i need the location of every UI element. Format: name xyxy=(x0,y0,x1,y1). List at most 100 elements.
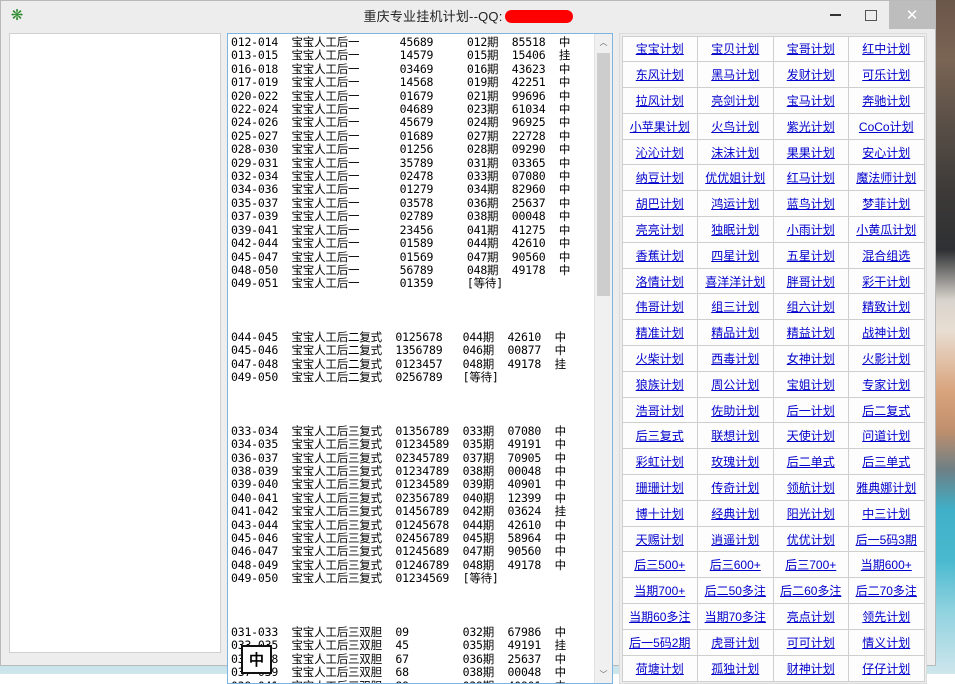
plan-button-34[interactable]: 五星计划 xyxy=(773,242,850,269)
plan-button-4[interactable]: 东风计划 xyxy=(622,61,699,88)
plan-button-58[interactable]: 后一计划 xyxy=(773,397,850,424)
plan-button-39[interactable]: 彩干计划 xyxy=(848,268,925,295)
window-titlebar[interactable]: ❋ 重庆专业挂机计划--QQ: ✕ xyxy=(1,1,935,29)
plan-button-13[interactable]: 火鸟计划 xyxy=(697,113,774,140)
plan-button-25[interactable]: 鸿运计划 xyxy=(697,190,774,217)
plan-button-75[interactable]: 中三计划 xyxy=(848,500,925,527)
plan-button-64[interactable]: 彩虹计划 xyxy=(622,448,699,475)
plan-button-83[interactable]: 当期600+ xyxy=(848,551,925,578)
plan-button-16[interactable]: 沁沁计划 xyxy=(622,139,699,166)
plan-button-33[interactable]: 四星计划 xyxy=(697,242,774,269)
plan-button-31[interactable]: 小黄瓜计划 xyxy=(848,216,925,243)
plan-button-44[interactable]: 精准计划 xyxy=(622,319,699,346)
plan-button-28[interactable]: 亮亮计划 xyxy=(622,216,699,243)
plan-button-55[interactable]: 专家计划 xyxy=(848,371,925,398)
plan-button-23[interactable]: 魔法师计划 xyxy=(848,164,925,191)
plan-button-9[interactable]: 亮剑计划 xyxy=(697,87,774,114)
plan-button-29[interactable]: 独眠计划 xyxy=(697,216,774,243)
scroll-down-icon[interactable]: ﹀ xyxy=(595,666,612,683)
plan-button-88[interactable]: 当期60多注 xyxy=(622,603,699,630)
plan-button-94[interactable]: 可可计划 xyxy=(773,629,850,656)
plan-button-46[interactable]: 精益计划 xyxy=(773,319,850,346)
plan-button-11[interactable]: 奔驰计划 xyxy=(848,87,925,114)
plan-button-85[interactable]: 后二50多注 xyxy=(697,577,774,604)
plan-button-37[interactable]: 喜洋洋计划 xyxy=(697,268,774,295)
plan-button-96[interactable]: 荷塘计划 xyxy=(622,655,699,682)
plan-button-70[interactable]: 领航计划 xyxy=(773,474,850,501)
plan-button-89[interactable]: 当期70多注 xyxy=(697,603,774,630)
plan-button-8[interactable]: 拉风计划 xyxy=(622,87,699,114)
plan-button-20[interactable]: 纳豆计划 xyxy=(622,164,699,191)
plan-button-15[interactable]: CoCo计划 xyxy=(848,113,925,140)
plan-button-52[interactable]: 狼族计划 xyxy=(622,371,699,398)
plan-button-95[interactable]: 情义计划 xyxy=(848,629,925,656)
plan-button-40[interactable]: 伟哥计划 xyxy=(622,293,699,320)
plan-button-1[interactable]: 宝贝计划 xyxy=(697,36,774,63)
plan-button-99[interactable]: 仔仔计划 xyxy=(848,655,925,682)
plan-button-72[interactable]: 博十计划 xyxy=(622,500,699,527)
plan-button-32[interactable]: 香蕉计划 xyxy=(622,242,699,269)
plan-button-10[interactable]: 宝马计划 xyxy=(773,87,850,114)
plan-button-59[interactable]: 后二复式 xyxy=(848,397,925,424)
plan-button-17[interactable]: 沫沫计划 xyxy=(697,139,774,166)
plan-button-97[interactable]: 孤独计划 xyxy=(697,655,774,682)
plan-button-35[interactable]: 混合组选 xyxy=(848,242,925,269)
scrollbar-thumb[interactable] xyxy=(597,53,610,296)
plan-button-54[interactable]: 宝姐计划 xyxy=(773,371,850,398)
plan-button-36[interactable]: 洛情计划 xyxy=(622,268,699,295)
plan-button-45[interactable]: 精品计划 xyxy=(697,319,774,346)
plan-button-2[interactable]: 宝哥计划 xyxy=(773,36,850,63)
plan-button-38[interactable]: 胖哥计划 xyxy=(773,268,850,295)
plan-button-77[interactable]: 逍遥计划 xyxy=(697,526,774,553)
plan-button-43[interactable]: 精致计划 xyxy=(848,293,925,320)
plan-button-51[interactable]: 火影计划 xyxy=(848,345,925,372)
plan-button-56[interactable]: 浩哥计划 xyxy=(622,397,699,424)
plan-button-68[interactable]: 珊珊计划 xyxy=(622,474,699,501)
plan-button-90[interactable]: 亮点计划 xyxy=(773,603,850,630)
plan-button-7[interactable]: 可乐计划 xyxy=(848,61,925,88)
plan-button-30[interactable]: 小雨计划 xyxy=(773,216,850,243)
plan-button-47[interactable]: 战神计划 xyxy=(848,319,925,346)
plan-button-98[interactable]: 财神计划 xyxy=(773,655,850,682)
plan-button-81[interactable]: 后三600+ xyxy=(697,551,774,578)
plan-button-69[interactable]: 传奇计划 xyxy=(697,474,774,501)
plan-button-12[interactable]: 小苹果计划 xyxy=(622,113,699,140)
plan-button-84[interactable]: 当期700+ xyxy=(622,577,699,604)
plan-button-27[interactable]: 梦菲计划 xyxy=(848,190,925,217)
plan-button-26[interactable]: 蓝鸟计划 xyxy=(773,190,850,217)
plan-button-92[interactable]: 后一5码2期 xyxy=(622,629,699,656)
plan-button-66[interactable]: 后二单式 xyxy=(773,448,850,475)
plan-button-21[interactable]: 优优姐计划 xyxy=(697,164,774,191)
plan-button-79[interactable]: 后一5码3期 xyxy=(848,526,925,553)
plan-button-49[interactable]: 西毒计划 xyxy=(697,345,774,372)
plan-button-14[interactable]: 紫光计划 xyxy=(773,113,850,140)
scroll-up-icon[interactable]: ︿ xyxy=(595,34,612,51)
plan-button-61[interactable]: 联想计划 xyxy=(697,422,774,449)
plan-button-82[interactable]: 后三700+ xyxy=(773,551,850,578)
plan-button-80[interactable]: 后三500+ xyxy=(622,551,699,578)
plan-button-42[interactable]: 组六计划 xyxy=(773,293,850,320)
maximize-button[interactable] xyxy=(853,1,889,29)
plan-button-5[interactable]: 黑马计划 xyxy=(697,61,774,88)
plan-button-19[interactable]: 安心计划 xyxy=(848,139,925,166)
ime-indicator[interactable]: 中 xyxy=(241,645,272,674)
plan-button-62[interactable]: 天使计划 xyxy=(773,422,850,449)
plan-button-24[interactable]: 胡巴计划 xyxy=(622,190,699,217)
plan-button-65[interactable]: 玫瑰计划 xyxy=(697,448,774,475)
plan-button-41[interactable]: 组三计划 xyxy=(697,293,774,320)
plan-button-74[interactable]: 阳光计划 xyxy=(773,500,850,527)
plan-button-87[interactable]: 后二70多注 xyxy=(848,577,925,604)
plan-button-91[interactable]: 领先计划 xyxy=(848,603,925,630)
plan-log-box[interactable]: 012-014 宝宝人工后一 45689 012期 85518 中 013-01… xyxy=(227,33,613,684)
plan-button-71[interactable]: 雅典娜计划 xyxy=(848,474,925,501)
plan-button-78[interactable]: 优优计划 xyxy=(773,526,850,553)
plan-button-22[interactable]: 红马计划 xyxy=(773,164,850,191)
plan-button-67[interactable]: 后三单式 xyxy=(848,448,925,475)
log-scrollbar[interactable]: ︿ ﹀ xyxy=(594,34,612,683)
plan-button-18[interactable]: 果果计划 xyxy=(773,139,850,166)
plan-button-63[interactable]: 问道计划 xyxy=(848,422,925,449)
plan-button-0[interactable]: 宝宝计划 xyxy=(622,36,699,63)
plan-button-73[interactable]: 经典计划 xyxy=(697,500,774,527)
close-button[interactable]: ✕ xyxy=(889,1,935,29)
plan-button-48[interactable]: 火柴计划 xyxy=(622,345,699,372)
